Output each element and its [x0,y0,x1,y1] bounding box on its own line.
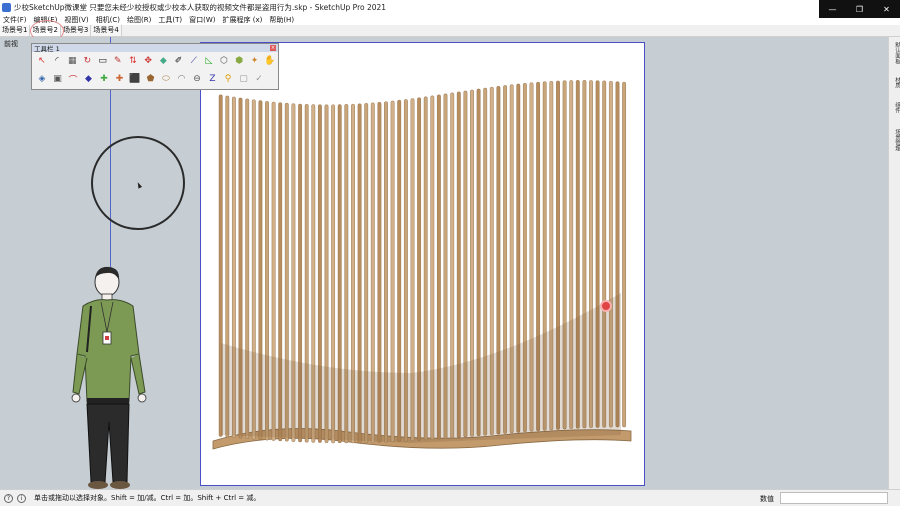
freehand-icon[interactable]: ⌒ [66,72,80,86]
close-button[interactable]: ✕ [873,0,900,18]
walk-icon[interactable]: ◈ [35,72,49,86]
search-icon[interactable]: ⚲ [221,72,235,86]
zoom-extents-icon[interactable]: Z [206,72,220,86]
window-controls: — ❐ ✕ [819,0,900,18]
paint-bucket-icon[interactable]: ⬡ [217,54,231,68]
minimize-button[interactable]: — [819,0,846,18]
toolbar-header[interactable]: 工具栏 1 × [32,44,278,53]
sketchup-app-icon [2,2,11,12]
outliner-icon[interactable]: ▢ [237,72,251,86]
toolbar-title: 工具栏 1 [34,45,60,53]
offset-icon[interactable]: ◆ [82,72,96,86]
reference-image-panel[interactable] [200,42,645,486]
tray-tab-components[interactable]: 组件 [890,102,900,113]
tray-tab-scenes[interactable]: 场景管理 [890,129,900,151]
menu-bar: 文件(F) 编辑(E) 视图(V) 相机(C) 绘图(R) 工具(T) 窗口(W… [0,14,820,25]
drawing-viewport[interactable]: 前视 [0,37,888,489]
pencil-icon[interactable]: ✎ [111,54,125,68]
rectangle-icon[interactable]: ▭ [96,54,110,68]
menu-draw[interactable]: 绘图(R) [127,15,151,25]
push-pull-icon[interactable]: ⇅ [126,54,140,68]
follow-me-icon[interactable]: ◆ [157,54,171,68]
geo-location-icon[interactable]: ? [4,493,13,503]
select-icon[interactable]: ↖ [35,54,49,68]
cursor-highlight-dot [600,300,612,312]
toolbar-row-1: ↖ ◜ ▦ ↻ ▭ ✎ ⇅ ✥ ◆ ✐ ⟋ ◺ ⬡ ⬢ ✦ ✋ [32,52,278,70]
wooden-slat-screen [212,80,632,450]
info-icon[interactable]: i [17,493,26,503]
menu-view[interactable]: 视图(V) [64,15,88,25]
orbit-icon[interactable]: ✦ [248,54,262,68]
menu-tools[interactable]: 工具(T) [158,15,182,25]
person-figure[interactable] [65,262,155,489]
pan-icon[interactable]: ✋ [263,54,277,68]
status-text: 单击或拖动以选择对象。Shift = 加/减。Ctrl = 加。Shift + … [34,494,261,502]
rotate-icon[interactable]: ↻ [81,54,95,68]
section-icon[interactable]: ⊖ [190,72,204,86]
intersect-icon[interactable]: ⬭ [159,72,173,86]
scene-tabs-bar: 场景号1 场景号2 场景号3 场景号4 [0,25,900,37]
menu-help[interactable]: 帮助(H) [269,15,294,25]
tape-measure-icon[interactable]: ✐ [172,54,186,68]
eraser-icon[interactable]: ⬢ [232,54,246,68]
tray-tab-materials[interactable]: 材质 [890,77,900,88]
status-bar: ? i 单击或拖动以选择对象。Shift = 加/减。Ctrl = 加。Shif… [0,489,900,506]
style-icon[interactable]: ✓ [252,72,266,86]
menu-window[interactable]: 窗口(W) [189,15,215,25]
measurements-label: 数值 [760,495,774,503]
scene-tab-1[interactable]: 场景号1 [0,25,31,36]
curve-icon[interactable]: ◠ [175,72,189,86]
protractor-icon[interactable]: ◺ [202,54,216,68]
sandbox-icon[interactable]: ✚ [97,72,111,86]
dimension-icon[interactable]: ⟋ [187,54,201,68]
toolbar-row-2: ◈ ▣ ⌒ ◆ ✚ ✚ ⬛ ⬟ ⬭ ◠ ⊖ Z ⚲ ▢ ✓ [32,70,278,88]
measurements-input[interactable] [780,492,888,504]
window-title: 少校SketchUp微课堂 只要您未经少校授权或少校本人获取的视频文件都是盗用行… [14,2,387,12]
layers-icon[interactable]: ▣ [51,72,65,86]
solid-tool-icon[interactable]: ⬛ [128,72,142,86]
wood-slat [622,81,626,428]
scene-tab-4[interactable]: 场景号4 [91,25,122,36]
move-icon[interactable]: ✥ [141,54,155,68]
tray-tab-default[interactable]: 默认面板 [890,42,900,64]
scale-icon[interactable]: ✚ [113,72,127,86]
title-bar: 少校SketchUp微课堂 只要您未经少校授权或少校本人获取的视频文件都是盗用行… [0,0,900,14]
menu-camera[interactable]: 相机(C) [96,15,120,25]
restore-button[interactable]: ❐ [846,0,873,18]
scene-tab-3[interactable]: 场景号3 [60,25,92,36]
toolbar-close-icon[interactable]: × [270,45,276,51]
view-label: 前视 [4,40,18,48]
floating-toolbar[interactable]: 工具栏 1 × ↖ ◜ ▦ ↻ ▭ ✎ ⇅ ✥ ◆ ✐ ⟋ ◺ ⬡ ⬢ ✦ ✋ … [31,43,279,90]
menu-extensions[interactable]: 扩展程序 (x) [222,15,262,25]
menu-file[interactable]: 文件(F) [3,15,27,25]
arc-icon[interactable]: ◜ [50,54,64,68]
component-icon[interactable]: ▦ [65,54,79,68]
tray-panel-strip: 默认面板 材质 组件 场景管理 [888,37,900,489]
shape-icon[interactable]: ⬟ [144,72,158,86]
